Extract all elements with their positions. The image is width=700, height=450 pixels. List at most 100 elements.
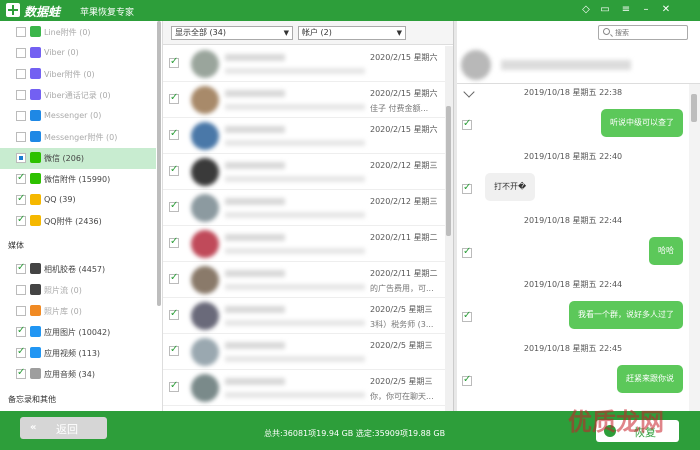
search-box[interactable] [598,25,688,40]
checkbox[interactable] [169,128,179,140]
sidebar-item-label: Messenger (0) [44,111,102,120]
chevron-down-icon: ▼ [396,29,402,37]
checkbox[interactable] [169,344,179,356]
photos-icon [30,305,41,316]
show-filter-select[interactable]: 显示全部 (34) ▼ [171,26,293,40]
minimize-icon[interactable]: – [640,4,652,16]
conversation-row[interactable]: 2020/2/5 星期三 3科）税务师 (3... [163,298,445,334]
checkbox[interactable] [16,285,26,295]
app-image-icon [30,326,41,337]
list-scrollbar[interactable] [445,46,453,411]
checkbox[interactable] [16,346,26,358]
sidebar-item[interactable]: 照片库 (0) [0,301,156,322]
sidebar-item[interactable]: Viber通话记录 (0) [0,85,156,106]
sidebar-item[interactable]: Line附件 (0) [0,22,156,43]
checkbox[interactable] [16,325,26,337]
diamond-icon[interactable]: ◇ [580,4,592,16]
checkbox[interactable] [16,27,26,37]
watermark-logo: 优质龙网 [568,408,664,436]
conversation-row[interactable]: 2020/2/15 星期六佳子 付费金额... [163,82,445,118]
checkbox[interactable] [16,262,26,274]
conversation-row[interactable]: 2020/2/11 星期二 [163,226,445,262]
sidebar-item[interactable]: 微信 (206) [0,148,156,169]
avatar [191,158,219,186]
chat-scrollbar[interactable] [689,84,700,411]
avatar [191,374,219,402]
message-checkbox[interactable] [462,310,472,322]
checkbox[interactable] [16,367,26,379]
sidebar-item[interactable]: 应用音频 (34) [0,364,156,385]
message-preview [225,248,365,254]
message-checkbox[interactable] [462,182,472,194]
conversation-row[interactable]: 2020/2/12 星期三 [163,154,445,190]
sidebar-item[interactable]: 照片流 (0) [0,280,156,301]
contact-avatar [461,50,491,80]
sidebar-item-label: 照片库 (0) [44,307,82,316]
checkbox[interactable] [169,236,179,248]
checkbox[interactable] [16,111,26,121]
camera-icon [30,263,41,274]
account-filter-select[interactable]: 帐户 (2) ▼ [298,26,406,40]
sidebar-scrollbar[interactable] [157,21,161,306]
message-preview [225,212,365,218]
sidebar-item[interactable]: 微信附件 (15990) [0,169,156,190]
checkbox[interactable] [16,172,26,184]
conversation-row[interactable]: 2020/2/15 星期六 [163,118,445,154]
checkbox[interactable] [16,306,26,316]
close-icon[interactable]: ✕ [660,4,672,16]
checkbox[interactable] [169,272,179,284]
sidebar-item[interactable]: Viber (0) [0,43,156,64]
message-checkbox[interactable] [462,118,472,130]
sidebar-item[interactable]: 相机胶卷 (4457) [0,259,156,280]
checkbox[interactable] [169,308,179,320]
sidebar-item[interactable]: QQ附件 (2436) [0,211,156,232]
conversation-row[interactable]: 2020/2/5 星期三你，你可在聊天... [163,370,445,406]
conversation-row[interactable]: 2020/2/11 星期二的广告费用，可... [163,262,445,298]
checkbox[interactable] [16,193,26,205]
contact-name [225,234,285,241]
sidebar-item-label: Line附件 (0) [44,28,91,37]
checkbox[interactable] [16,153,26,163]
app-video-icon [30,347,41,358]
checkbox[interactable] [169,380,179,392]
chevron-down-icon: ▼ [283,29,289,37]
search-input[interactable] [615,27,685,38]
checkbox[interactable] [169,164,179,176]
scrollbar-thumb[interactable] [446,106,451,236]
conversation-row[interactable]: 2020/2/12 星期三 [163,190,445,226]
conversation-date: 2020/2/15 星期六 [370,53,438,62]
message-preview [225,140,365,146]
conversation-date: 2020/2/5 星期三 [370,305,433,314]
checkbox[interactable] [16,214,26,226]
sidebar-item[interactable]: Messenger (0) [0,106,156,127]
sidebar-item[interactable]: Viber附件 (0) [0,64,156,85]
message-checkbox[interactable] [462,246,472,258]
sidebar-item[interactable]: 应用视频 (113) [0,343,156,364]
conversation-row[interactable]: 2020/2/15 星期六 [163,46,445,82]
conversation-row[interactable]: 2020/2/5 星期三 [163,334,445,370]
checkbox[interactable] [16,48,26,58]
checkbox[interactable] [169,56,179,68]
conversation-date: 2020/2/12 星期三 [370,161,438,170]
scrollbar-thumb[interactable] [691,94,697,122]
message-timestamp: 2019/10/18 星期五 22:44 [523,280,623,289]
chat-icon[interactable]: ▭ [599,4,611,16]
back-button[interactable]: « 返回 [20,417,107,439]
avatar [191,302,219,330]
checkbox[interactable] [16,132,26,142]
checkbox[interactable] [169,200,179,212]
conversation-date: 2020/2/15 星期六 [370,89,438,98]
checkbox[interactable] [16,90,26,100]
sidebar-item[interactable]: 应用图片 (10042) [0,322,156,343]
message-timestamp: 2019/10/18 星期五 22:44 [523,216,623,225]
menu-icon[interactable]: ≡ [620,4,632,16]
sidebar-item-label: Messenger附件 (0) [44,133,118,142]
conversation-list: 2020/2/15 星期六2020/2/15 星期六佳子 付费金额...2020… [163,46,445,411]
checkbox[interactable] [16,69,26,79]
sidebar-item-label: 微信附件 (15990) [44,175,111,184]
message-checkbox[interactable] [462,374,472,386]
sidebar-item[interactable]: Messenger附件 (0) [0,127,156,148]
contact-name [225,198,285,205]
checkbox[interactable] [169,92,179,104]
sidebar-item[interactable]: QQ (39) [0,190,156,211]
